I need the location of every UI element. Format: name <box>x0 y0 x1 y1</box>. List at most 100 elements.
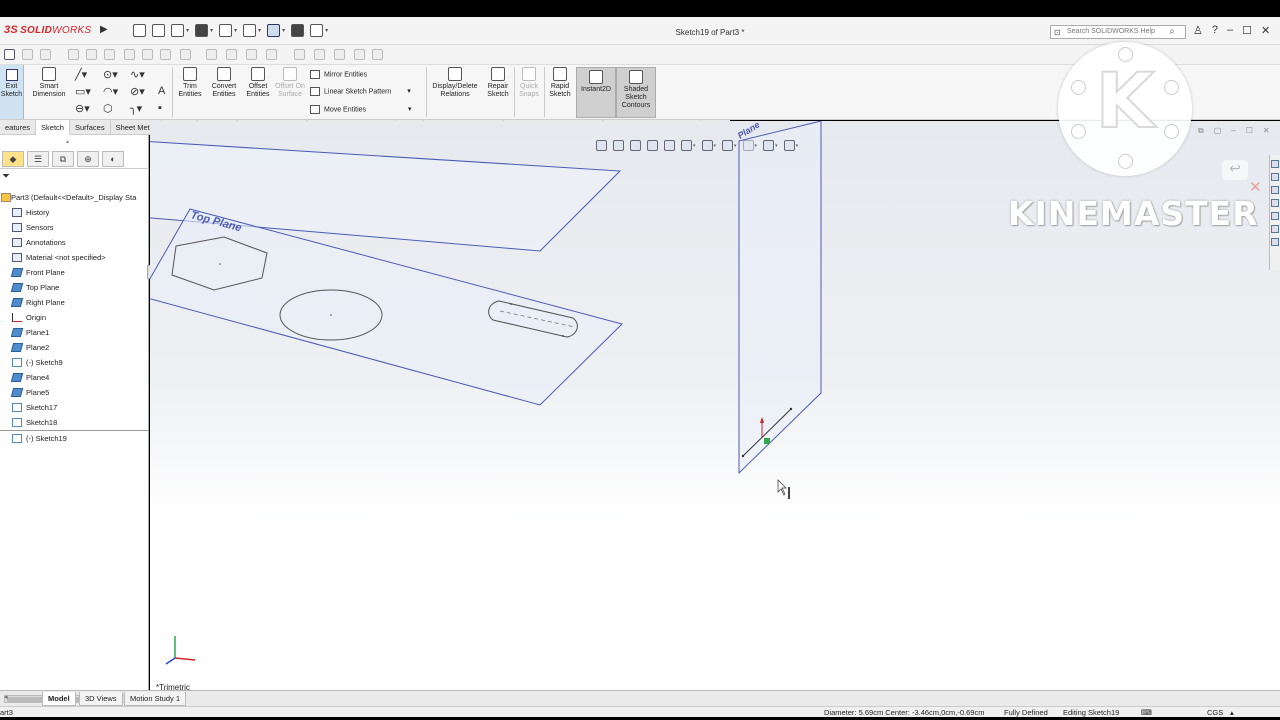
tree-item[interactable]: Annotations <box>0 235 149 250</box>
tool-icon[interactable] <box>124 49 135 60</box>
bottom-tab-motion-study-1[interactable]: Motion Study 1 <box>124 692 187 706</box>
view-palette-icon[interactable] <box>1271 199 1279 207</box>
display-style-icon[interactable] <box>701 140 713 151</box>
tool-icon[interactable] <box>86 49 97 60</box>
design-library-icon[interactable] <box>1271 173 1279 181</box>
panel-grip[interactable]: ▴ <box>66 138 69 145</box>
tree-item[interactable]: Part3 (Default<<Default>_Display Sta <box>0 190 149 205</box>
view-settings-icon[interactable] <box>783 140 795 151</box>
solidworks-logo[interactable]: 3S SOLIDWORKS <box>4 24 91 36</box>
tool-icon[interactable] <box>160 49 171 60</box>
tree-item[interactable]: Front Plane <box>0 265 149 280</box>
configuration-manager-tab[interactable]: ⧉ <box>52 151 74 167</box>
tool-icon[interactable] <box>266 49 277 60</box>
resources-icon[interactable] <box>1271 160 1279 168</box>
sketch-icon[interactable] <box>4 49 15 60</box>
display-delete-relations-button[interactable]: Display/Delete Relations <box>428 67 482 99</box>
save-icon[interactable] <box>195 24 209 37</box>
slot-tool-icon[interactable]: ⊖▾ <box>75 102 90 115</box>
forum-icon[interactable] <box>1271 238 1279 246</box>
magnifier-icon[interactable]: ⌕ <box>1169 26 1175 37</box>
search-help-input[interactable]: ⊡ Search SOLIDWORKS Help ⌕ <box>1050 25 1186 39</box>
tree-item[interactable]: Sensors <box>0 220 149 235</box>
tool-icon[interactable] <box>180 49 191 60</box>
tree-item[interactable]: (-) Sketch9 <box>0 355 149 370</box>
hide-show-items-icon[interactable] <box>722 140 734 151</box>
line-tool-icon[interactable]: ╱▾ <box>75 68 87 81</box>
close-icon[interactable]: ✕ <box>1261 24 1270 37</box>
convert-entities-button[interactable]: Convert Entities <box>207 67 241 99</box>
shaded-sketch-contours-button[interactable]: Shaded Sketch Contours <box>616 67 656 118</box>
arc-tool-icon[interactable]: ◠▾ <box>103 85 118 98</box>
tree-item[interactable]: Sketch18 <box>0 415 149 430</box>
tree-item[interactable]: Sketch17 <box>0 400 149 415</box>
tool-icon[interactable] <box>226 49 237 60</box>
status-rebuild-icon[interactable]: ⌨ <box>1141 708 1152 717</box>
viewport-restore-icon[interactable]: ⧉ <box>1198 126 1204 136</box>
tool-icon[interactable] <box>68 49 79 60</box>
tool-icon[interactable] <box>40 49 51 60</box>
tree-item[interactable]: Origin <box>0 310 149 325</box>
section-view-icon[interactable] <box>647 140 658 151</box>
tree-item[interactable]: Right Plane <box>0 295 149 310</box>
trim-entities-button[interactable]: Trim Entities <box>175 67 205 99</box>
help-icon[interactable]: ? <box>1212 24 1218 37</box>
offset-on-surface-button[interactable]: Offset On Surface <box>275 67 305 99</box>
apply-scene-icon[interactable] <box>763 140 775 151</box>
property-manager-tab[interactable]: ☰ <box>27 151 49 167</box>
tree-item[interactable]: Plane5 <box>0 385 149 400</box>
scroll-left-icon[interactable]: ◂ <box>4 693 8 701</box>
tool-icon[interactable] <box>294 49 305 60</box>
tool-icon[interactable] <box>372 49 383 60</box>
rapid-sketch-button[interactable]: Rapid Sketch <box>546 67 574 99</box>
tool-icon[interactable] <box>354 49 365 60</box>
status-units[interactable]: CGS <box>1207 708 1223 717</box>
linear-sketch-pattern-button[interactable]: Linear Sketch Pattern ▾ <box>310 87 411 96</box>
rectangle-tool-icon[interactable]: ▭▾ <box>75 85 91 98</box>
origin-point[interactable] <box>764 438 770 444</box>
exit-sketch-button[interactable]: Exit Sketch <box>0 65 24 119</box>
point-tool-icon[interactable]: ▪ <box>158 102 162 114</box>
tree-item[interactable]: Plane2 <box>0 340 149 355</box>
tree-item[interactable]: Top Plane <box>0 280 149 295</box>
view-orientation-icon[interactable] <box>681 140 692 151</box>
tab-sketch[interactable]: Sketch <box>36 120 70 135</box>
appearances-icon[interactable] <box>1271 212 1279 220</box>
confirm-sketch-icon[interactable]: ↩ <box>1222 160 1248 180</box>
tree-item[interactable]: Material <not specified> <box>0 250 149 265</box>
tool-icon[interactable] <box>142 49 153 60</box>
ellipse-tool-icon[interactable]: ⊘▾ <box>130 85 145 98</box>
maximize-icon[interactable]: ☐ <box>1242 24 1252 37</box>
menu-expand-arrow-icon[interactable]: ▶ <box>100 24 108 35</box>
quick-snaps-button[interactable]: Quick Snaps <box>516 67 542 99</box>
tree-item[interactable]: History <box>0 205 149 220</box>
offset-entities-button[interactable]: Offset Entities <box>243 67 273 99</box>
tool-icon[interactable] <box>104 49 115 60</box>
tree-item[interactable]: Plane1 <box>0 325 149 340</box>
tree-item[interactable]: (-) Sketch19 <box>0 430 149 445</box>
move-entities-button[interactable]: Move Entities ▾ <box>310 105 412 114</box>
tab-eatures[interactable]: eatures <box>0 120 37 135</box>
viewport-tile-icon[interactable]: ▢ <box>1214 126 1222 136</box>
open-icon[interactable] <box>171 24 184 37</box>
display-manager-tab[interactable]: ◐ <box>102 151 124 167</box>
smart-dimension-button[interactable]: Smart Dimension <box>30 67 68 99</box>
viewport-maximize-icon[interactable]: ☐ <box>1246 126 1253 136</box>
tool-icon[interactable] <box>246 49 257 60</box>
bottom-tab-3d-views[interactable]: 3D Views <box>79 692 123 706</box>
edit-appearance-icon[interactable] <box>742 140 754 151</box>
options-icon[interactable] <box>310 24 324 37</box>
bottom-tab-model[interactable]: Model <box>42 692 76 706</box>
file-explorer-icon[interactable] <box>1271 186 1279 194</box>
filter-icon[interactable]: ⏷ <box>2 171 10 182</box>
instant2d-button[interactable]: Instant2D <box>576 67 616 118</box>
mirror-entities-button[interactable]: Mirror Entities <box>310 70 367 79</box>
fillet-tool-icon[interactable]: ╮▾ <box>130 102 142 115</box>
feature-manager-tab[interactable]: ◆ <box>2 151 24 167</box>
user-icon[interactable]: ♙ <box>1193 24 1203 37</box>
tool-icon[interactable] <box>22 49 33 60</box>
status-units-dropdown-icon[interactable]: ▴ <box>1230 708 1234 717</box>
viewport-close-icon[interactable]: ✕ <box>1263 126 1270 136</box>
polygon-tool-icon[interactable]: ⬡ <box>103 102 113 115</box>
undo-icon[interactable] <box>243 24 257 37</box>
